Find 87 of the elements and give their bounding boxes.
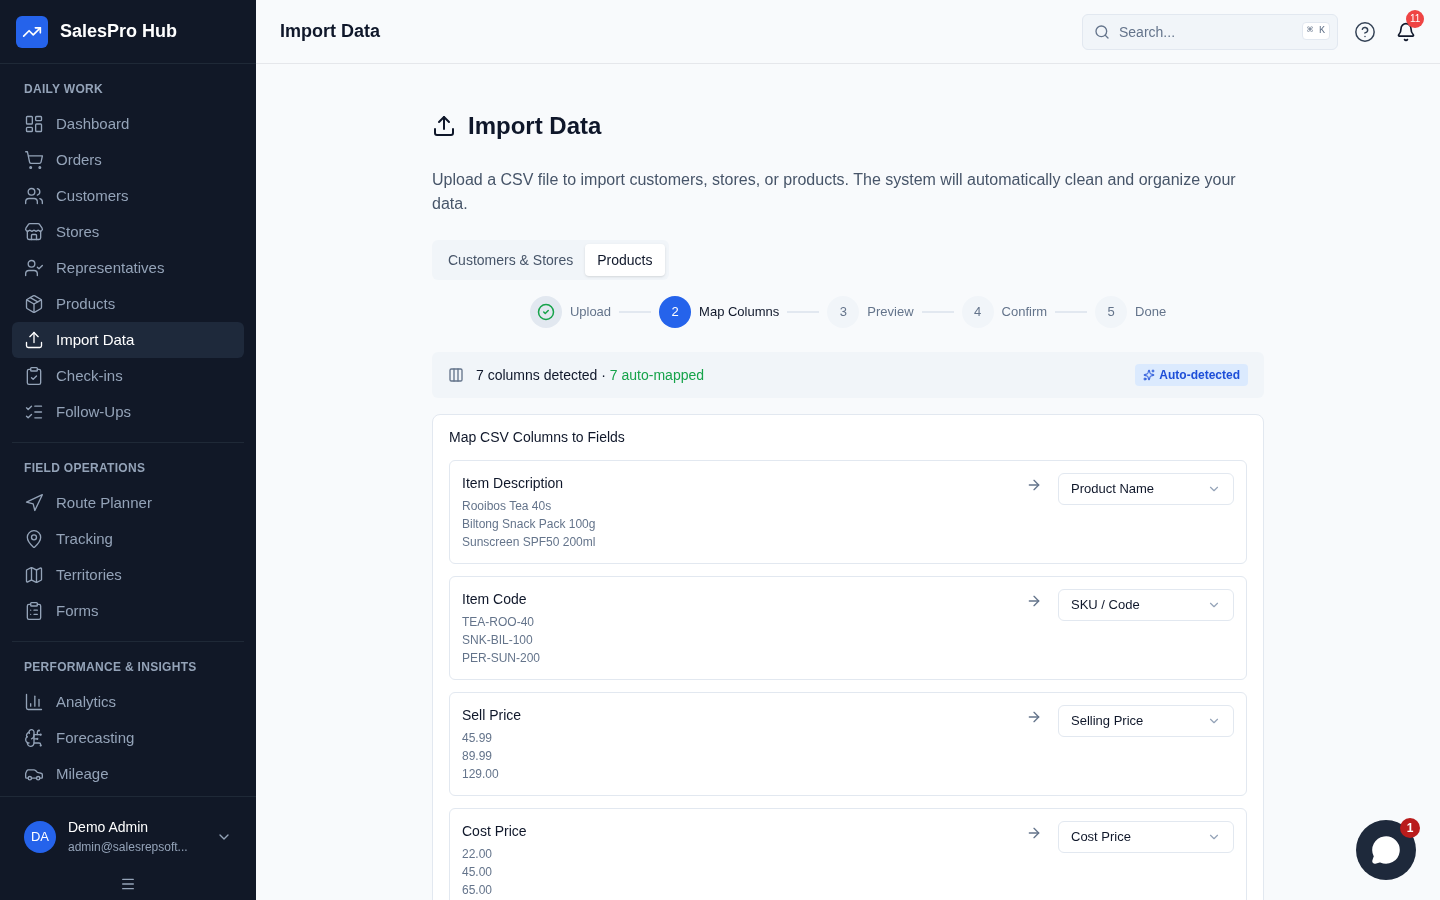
columns-icon <box>448 367 464 383</box>
map-icon <box>24 565 44 585</box>
csv-column-name: Item Code <box>462 590 528 609</box>
sidebar-item[interactable]: Route Planner <box>12 485 244 521</box>
arrow-right-icon <box>1026 593 1042 609</box>
sample-value: Rooibos Tea 40s <box>462 498 553 515</box>
arrow-right-icon <box>1026 825 1042 841</box>
upload-icon <box>24 330 44 350</box>
step-label: Upload <box>569 303 612 322</box>
notification-bell-icon[interactable] <box>1396 21 1416 42</box>
logo-icon <box>16 15 48 48</box>
sidebar-item[interactable]: Forms <box>12 593 244 629</box>
sample-value: SNK-BIL-100 <box>462 632 534 649</box>
search-icon <box>1094 23 1110 40</box>
sidebar-item[interactable]: Stores <box>12 214 244 250</box>
auto-detected-badge: Auto-detected <box>1135 364 1248 386</box>
sample-value: 22.00 <box>462 846 494 863</box>
sample-value: Sunscreen SPF50 200ml <box>462 534 597 551</box>
csv-column-name: Cost Price <box>462 822 528 841</box>
sample-value: 45.00 <box>462 864 494 881</box>
chat-bubble-icon <box>1371 835 1401 865</box>
field-select[interactable]: Cost Price <box>1058 821 1234 853</box>
user-avatar: DA <box>24 820 56 853</box>
sample-value: PER-SUN-200 <box>462 650 542 667</box>
cart-icon <box>24 150 44 170</box>
menu-icon[interactable] <box>120 876 136 892</box>
sidebar-item[interactable]: Territories <box>12 557 244 593</box>
sidebar-item[interactable]: Forecasting <box>12 720 244 756</box>
sample-value: 65.00 <box>462 882 494 899</box>
sample-value: 129.00 <box>462 766 500 783</box>
step-label: Preview <box>867 303 914 322</box>
summary-text: 7 columns detected · 7 auto-mapped <box>476 365 706 385</box>
navigation-icon <box>24 493 44 513</box>
csv-column-name: Item Description <box>462 474 565 493</box>
clipboard-list-icon <box>24 601 44 621</box>
page-description: Upload a CSV file to import customers, stores, or products. The system will automatically clean and organize your data. <box>432 170 1237 214</box>
sample-value: 45.99 <box>462 730 494 747</box>
arrow-right-icon <box>1026 477 1042 493</box>
sidebar-item[interactable]: Mileage <box>12 756 244 792</box>
mapping-title: Map CSV Columns to Fields <box>449 428 626 447</box>
brand-name: SalesPro Hub <box>60 20 178 43</box>
sidebar-item[interactable]: Follow-Ups <box>12 394 244 430</box>
step-label: Confirm <box>1001 303 1048 322</box>
map-pin-icon <box>24 529 44 549</box>
sidebar-item[interactable]: Representatives <box>12 250 244 286</box>
section-heading: DAILY WORK <box>23 81 104 98</box>
store-icon <box>24 222 44 242</box>
step-label: Map Columns <box>699 303 780 322</box>
step-label: Done <box>1135 303 1167 322</box>
users-icon <box>24 186 44 206</box>
help-icon[interactable] <box>1354 20 1376 43</box>
chat-button[interactable] <box>1356 820 1416 880</box>
box-icon <box>24 294 44 314</box>
sample-value: 89.99 <box>462 748 494 765</box>
upload-icon <box>432 114 456 138</box>
sample-value: Biltong Snack Pack 100g <box>462 516 597 533</box>
sidebar-item[interactable]: Check-ins <box>12 358 244 394</box>
user-check-icon <box>24 258 44 278</box>
header-title: Import Data <box>280 20 381 43</box>
checklist-icon <box>24 402 44 422</box>
page-title: Import Data <box>468 111 602 141</box>
field-select[interactable]: Selling Price <box>1058 705 1234 737</box>
field-select[interactable]: Product Name <box>1058 473 1234 505</box>
arrow-right-icon <box>1026 709 1042 725</box>
section-heading: FIELD OPERATIONS <box>23 460 147 477</box>
sidebar-item[interactable]: Dashboard <box>12 106 244 142</box>
brain-icon <box>24 728 44 748</box>
sample-value: TEA-ROO-40 <box>462 614 535 631</box>
user-email: admin@salesrepsoft... <box>68 839 189 856</box>
sidebar-item[interactable]: Analytics <box>12 684 244 720</box>
sidebar-item[interactable]: Tracking <box>12 521 244 557</box>
dashboard-icon <box>24 114 44 134</box>
sidebar-item[interactable]: Customers <box>12 178 244 214</box>
sidebar-item[interactable]: Import Data <box>12 322 244 358</box>
clipboard-check-icon <box>24 366 44 386</box>
user-name: Demo Admin <box>68 818 150 837</box>
sidebar-item[interactable]: Products <box>12 286 244 322</box>
tab[interactable]: Products <box>585 244 665 276</box>
section-heading: PERFORMANCE & INSIGHTS <box>23 659 198 676</box>
notification-count: 11 <box>1406 9 1425 28</box>
field-select[interactable]: SKU / Code <box>1058 589 1234 621</box>
chat-unread-count: 1 <box>1400 818 1420 838</box>
bar-chart-icon <box>24 692 44 712</box>
check-icon <box>536 303 555 321</box>
sidebar-item[interactable]: Orders <box>12 142 244 178</box>
tab[interactable]: Customers & Stores <box>436 244 586 276</box>
csv-column-name: Sell Price <box>462 706 523 725</box>
